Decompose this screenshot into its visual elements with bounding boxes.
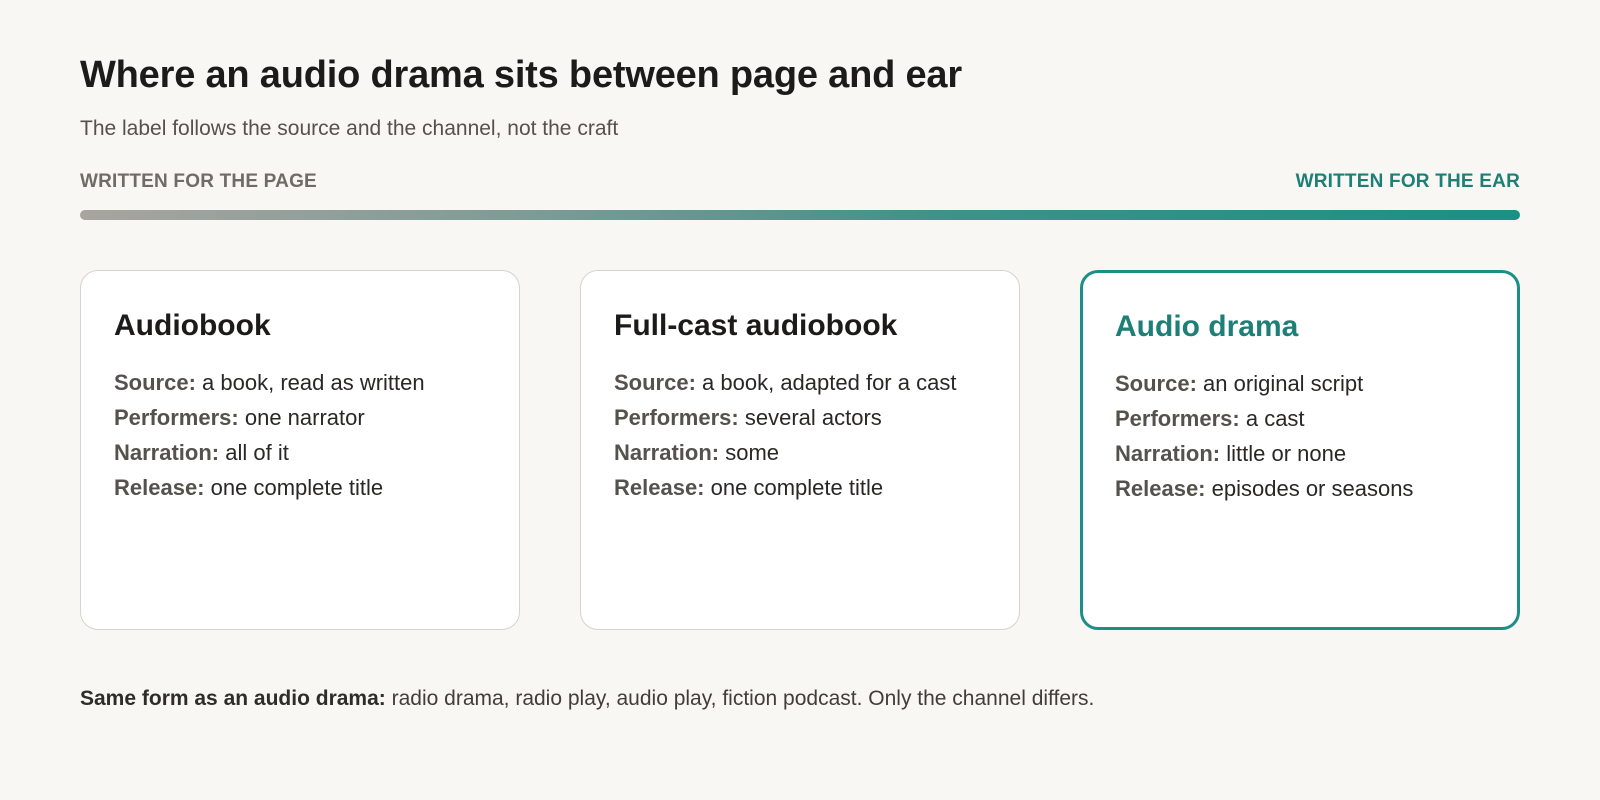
spectrum-label-page: WRITTEN FOR THE PAGE <box>80 171 317 192</box>
row-value: some <box>725 440 780 465</box>
card-row-source: Source: a book, read as written <box>114 365 486 400</box>
row-value: a book, adapted for a cast <box>702 370 957 395</box>
row-value: a cast <box>1245 406 1305 431</box>
card-row-release: Release: one complete title <box>114 470 486 505</box>
card-row-release: Release: episodes or seasons <box>1115 471 1485 506</box>
card-row-performers: Performers: several actors <box>614 400 986 435</box>
card-full-cast-audiobook: Full-cast audiobook Source: a book, adap… <box>580 270 1020 630</box>
footnote-lead: Same form as an audio drama: <box>80 687 386 710</box>
row-value: one narrator <box>244 405 365 430</box>
row-key: Source: <box>114 370 196 395</box>
card-title: Audiobook <box>114 309 271 342</box>
row-value: one complete title <box>710 475 884 500</box>
row-value: little or none <box>1226 441 1347 466</box>
row-key: Source: <box>614 370 696 395</box>
diagram-page: Where an audio drama sits between page a… <box>0 0 1600 800</box>
format-cards: Audiobook Source: a book, read as writte… <box>80 270 1520 630</box>
card-title: Audio drama <box>1115 310 1299 343</box>
page-subtitle: The label follows the source and the cha… <box>80 117 619 140</box>
card-row-narration: Narration: all of it <box>114 435 486 470</box>
card-audiobook: Audiobook Source: a book, read as writte… <box>80 270 520 630</box>
row-key: Performers: <box>614 405 739 430</box>
row-key: Release: <box>114 475 205 500</box>
row-value: one complete title <box>210 475 384 500</box>
card-row-release: Release: one complete title <box>614 470 986 505</box>
spectrum-axis-labels: WRITTEN FOR THE PAGE WRITTEN FOR THE EAR <box>80 171 1520 193</box>
row-key: Performers: <box>1115 406 1240 431</box>
row-value: episodes or seasons <box>1211 476 1414 501</box>
row-value: several actors <box>744 405 882 430</box>
card-row-narration: Narration: little or none <box>1115 436 1485 471</box>
card-row-performers: Performers: a cast <box>1115 401 1485 436</box>
row-key: Narration: <box>1115 441 1221 466</box>
card-title: Full-cast audiobook <box>614 309 898 342</box>
card-audio-drama: Audio drama Source: an original script P… <box>1080 270 1520 630</box>
row-value: all of it <box>225 440 289 465</box>
row-value: a book, read as written <box>202 370 425 395</box>
footnote: Same form as an audio drama: radio drama… <box>80 687 1094 711</box>
card-row-narration: Narration: some <box>614 435 986 470</box>
row-key: Narration: <box>114 440 220 465</box>
card-row-source: Source: a book, adapted for a cast <box>614 365 986 400</box>
row-key: Release: <box>1115 476 1206 501</box>
row-key: Source: <box>1115 371 1197 396</box>
card-row-source: Source: an original script <box>1115 366 1485 401</box>
row-key: Narration: <box>614 440 720 465</box>
row-key: Performers: <box>114 405 239 430</box>
row-value: an original script <box>1203 371 1364 396</box>
card-row-performers: Performers: one narrator <box>114 400 486 435</box>
footnote-text: radio drama, radio play, audio play, fic… <box>391 687 1095 710</box>
spectrum-label-ear: WRITTEN FOR THE EAR <box>1295 171 1520 192</box>
spectrum-gradient-bar <box>80 210 1520 220</box>
row-key: Release: <box>614 475 705 500</box>
page-title: Where an audio drama sits between page a… <box>80 54 962 96</box>
